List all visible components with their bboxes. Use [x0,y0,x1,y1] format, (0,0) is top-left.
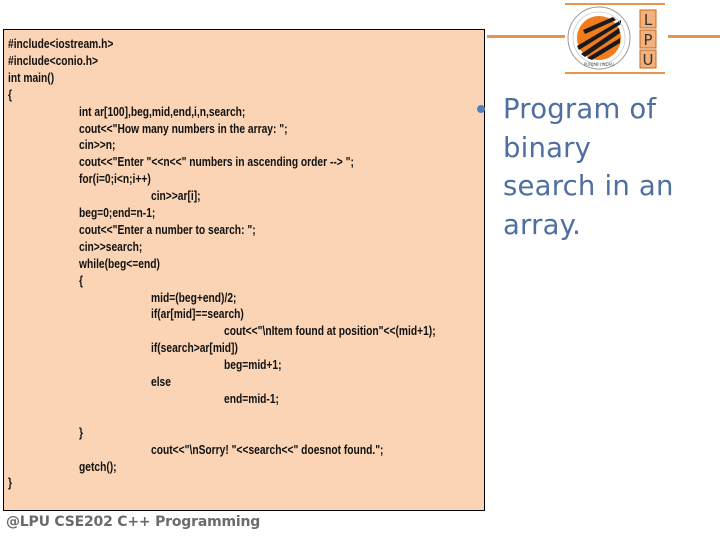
code-line: while(beg<=end) [79,256,160,271]
logo-bottom-bar [565,72,665,74]
bullet-line: array. [503,208,582,241]
code-line: getch(); [79,459,117,474]
code-line: cin>>n; [79,138,116,153]
lpu-letter-boxes: L P U [639,9,657,69]
code-line: } [79,425,83,440]
lpu-logo: PUNJAB (INDIA) L P U [563,2,667,76]
code-line: cout<<"\nSorry! "<<search<<" doesnot fou… [151,442,384,457]
university-seal-icon: PUNJAB (INDIA) [567,6,631,70]
code-line: cout<<"\nItem found at position"<<(mid+1… [224,324,436,339]
code-line: cout<<"Enter "<<n<<" numbers in ascendin… [79,155,354,170]
code-line: } [8,476,12,491]
code-line: cout<<"How many numbers in the array: "; [79,121,288,136]
code-line: { [79,273,83,288]
bullet-line: binary [503,131,592,164]
logo-letter-p: P [643,31,652,49]
bullet-line: search in an [503,170,674,202]
code-line: { [8,87,12,102]
slide-footer: @LPU CSE202 C++ Programming [6,514,261,530]
code-line: beg=0;end=n-1; [79,206,156,220]
code-line: int main() [8,70,55,85]
lpu-logo-graphic: PUNJAB (INDIA) L P U [565,3,665,74]
code-line: else [151,375,171,389]
code-line: cin>>ar[i]; [151,189,201,204]
bullet-line: Program of [503,93,657,125]
code-line: for(i=0;i<n;i++) [79,172,151,187]
logo-top-bar [565,3,665,5]
bullet-text: Program of binary search in an array. [503,90,718,244]
bullet-dot-icon [477,105,485,113]
code-line: mid=(beg+end)/2; [151,290,237,305]
code-line: if(search>ar[mid]) [151,341,238,356]
code-line: cout<<"Enter a number to search: "; [79,222,256,237]
code-line: #include<iostream.h> [8,37,114,51]
code-line: end=mid-1; [224,391,279,406]
code-line: if(ar[mid]==search) [151,307,244,322]
seal-bottom-text: PUNJAB (INDIA) [584,62,615,67]
code-line: beg=mid+1; [224,358,282,373]
code-line: cin>>search; [79,239,143,254]
logo-letter-l: L [644,11,653,29]
code-line: #include<conio.h> [8,53,98,68]
header-rule-right [668,35,720,38]
header-rule-left [487,35,565,38]
code-line: int ar[100],beg,mid,end,i,n,search; [79,104,246,119]
logo-letter-u: U [643,51,654,69]
code-listing-box: #include<iostream.h> #include<conio.h> int… [3,29,485,511]
